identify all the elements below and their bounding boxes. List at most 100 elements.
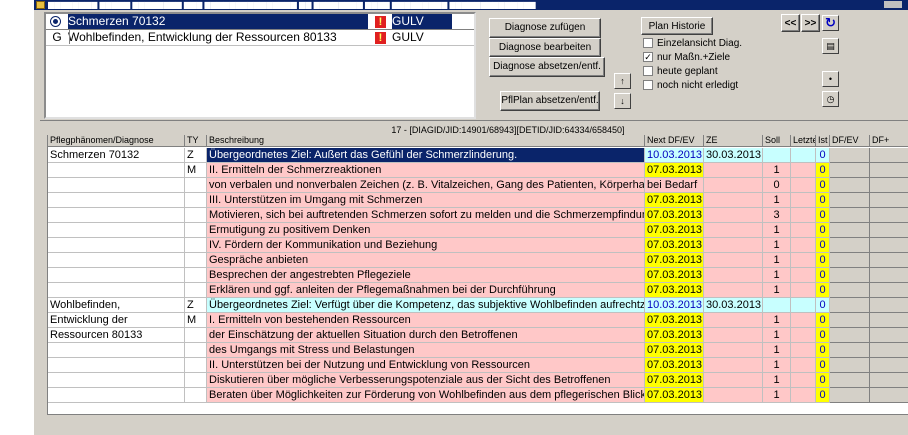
soll-cell[interactable]: 1 [763,268,791,283]
letzte-cell[interactable] [791,313,816,328]
next-dfev-cell[interactable]: 07.03.2013 [645,253,704,268]
soll-cell[interactable]: 1 [763,238,791,253]
ze-cell[interactable] [704,358,763,373]
description-cell[interactable]: IV. Fördern der Kommunikation und Bezieh… [207,238,645,253]
column-header[interactable]: TY [185,135,207,147]
dfplus-cell[interactable] [870,358,908,373]
window-controls[interactable] [884,1,902,8]
letzte-cell[interactable] [791,328,816,343]
ze-cell[interactable] [704,283,763,298]
type-cell[interactable] [185,373,207,388]
diagnosis-cell[interactable]: Ressourcen 80133 [48,328,185,343]
ze-cell[interactable] [704,238,763,253]
description-cell[interactable]: des Umgangs mit Stress und Belastungen [207,343,645,358]
next-dfev-cell[interactable]: 07.03.2013 [645,358,704,373]
type-cell[interactable] [185,253,207,268]
ist-cell[interactable]: 0 [816,283,830,298]
column-header[interactable]: DF/EV [830,135,870,147]
next-dfev-cell[interactable]: 07.03.2013 [645,343,704,358]
type-cell[interactable]: M [185,163,207,178]
description-cell[interactable]: Erklären und ggf. anleiten der Pflegemaß… [207,283,645,298]
next-dfev-cell[interactable]: 10.03.2013 [645,148,704,163]
dfev-cell[interactable] [830,298,870,313]
dfplus-cell[interactable] [870,223,908,238]
next-dfev-cell[interactable]: 07.03.2013 [645,373,704,388]
ze-cell[interactable] [704,343,763,358]
checkbox-box[interactable] [643,38,653,48]
next-dfev-cell[interactable]: 07.03.2013 [645,313,704,328]
diagnosis-cell[interactable] [48,343,185,358]
type-cell[interactable]: M [185,313,207,328]
letzte-cell[interactable] [791,358,816,373]
checkbox-single-view[interactable]: Einzelansicht Diag. [643,38,742,50]
type-cell[interactable] [185,268,207,283]
diagnosis-cell[interactable] [48,358,185,373]
ist-cell[interactable]: 0 [816,313,830,328]
type-cell[interactable]: Z [185,148,207,163]
letzte-cell[interactable] [791,163,816,178]
dfplus-cell[interactable] [870,238,908,253]
letzte-cell[interactable] [791,208,816,223]
ze-cell[interactable] [704,253,763,268]
diagnosis-cell[interactable] [48,388,185,403]
next-dfev-cell[interactable]: 07.03.2013 [645,268,704,283]
description-cell[interactable]: Übergeordnetes Ziel: Verfügt über die Ko… [207,298,645,313]
letzte-cell[interactable] [791,343,816,358]
ze-cell[interactable] [704,373,763,388]
soll-cell[interactable]: 1 [763,358,791,373]
diagnosis-cell[interactable] [48,283,185,298]
type-cell[interactable] [185,178,207,193]
dfev-cell[interactable] [830,283,870,298]
next-dfev-cell[interactable]: bei Bedarf [645,178,704,193]
diagnosis-cell[interactable]: Schmerzen 70132 [48,148,185,163]
next-dfev-cell[interactable]: 07.03.2013 [645,328,704,343]
add-diagnosis-button[interactable]: Diagnose zufügen [489,18,601,38]
dfev-cell[interactable] [830,328,870,343]
type-cell[interactable] [185,193,207,208]
ist-cell[interactable]: 0 [816,268,830,283]
soll-cell[interactable] [763,298,791,313]
checkbox-today-planned[interactable]: heute geplant [643,66,718,78]
soll-cell[interactable]: 1 [763,163,791,178]
soll-cell[interactable]: 1 [763,223,791,238]
column-header[interactable]: Next DF/EV [645,135,704,147]
type-cell[interactable] [185,238,207,253]
soll-cell[interactable]: 1 [763,283,791,298]
dfev-cell[interactable] [830,343,870,358]
description-cell[interactable]: II. Unterstützen bei der Nutzung und Ent… [207,358,645,373]
letzte-cell[interactable] [791,388,816,403]
next-dfev-cell[interactable]: 07.03.2013 [645,163,704,178]
description-cell[interactable]: Beraten über Möglichkeiten zur Förderung… [207,388,645,403]
letzte-cell[interactable] [791,238,816,253]
ist-cell[interactable]: 0 [816,223,830,238]
dfplus-cell[interactable] [870,193,908,208]
dfev-cell[interactable] [830,223,870,238]
ist-cell[interactable]: 0 [816,208,830,223]
clock-icon[interactable]: ◷ [822,91,839,107]
description-cell[interactable]: von verbalen und nonverbalen Zeichen (z.… [207,178,645,193]
next-dfev-cell[interactable]: 07.03.2013 [645,193,704,208]
checkbox-box[interactable] [643,66,653,76]
diagnosis-cell[interactable] [48,268,185,283]
dfev-cell[interactable] [830,193,870,208]
soll-cell[interactable]: 1 [763,388,791,403]
letzte-cell[interactable] [791,223,816,238]
refresh-icon[interactable]: ↻ [822,15,839,31]
type-cell[interactable]: Z [185,298,207,313]
description-cell[interactable]: II. Ermitteln der Schmerzreaktionen [207,163,645,178]
column-header[interactable]: Soll [763,135,791,147]
column-header[interactable]: Beschreibung [207,135,645,147]
ist-cell[interactable]: 0 [816,163,830,178]
diagnosis-list[interactable]: Schmerzen 70132 ! GULV G Wohlbefinden, E… [44,12,476,119]
description-cell[interactable]: Motivieren, sich bei auftretenden Schmer… [207,208,645,223]
dfev-cell[interactable] [830,178,870,193]
ze-cell[interactable] [704,313,763,328]
type-cell[interactable] [185,358,207,373]
ist-cell[interactable]: 0 [816,388,830,403]
type-cell[interactable] [185,208,207,223]
add-small-icon[interactable]: • [822,71,839,87]
soll-cell[interactable]: 1 [763,343,791,358]
previous-button[interactable]: << [781,14,800,32]
ist-cell[interactable]: 0 [816,193,830,208]
soll-cell[interactable]: 0 [763,178,791,193]
